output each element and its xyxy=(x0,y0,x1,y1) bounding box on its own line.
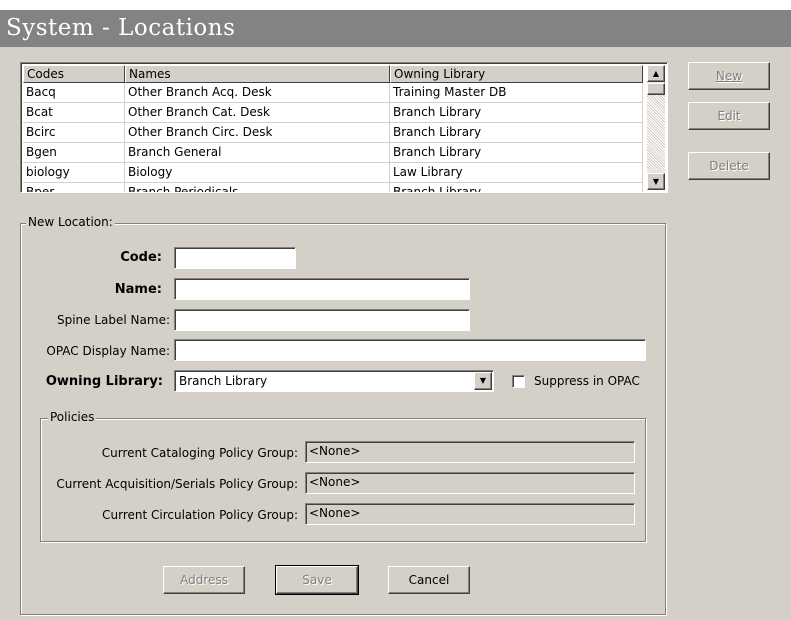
circulation-policy-label: Current Circulation Policy Group: xyxy=(102,508,298,522)
cell-name: Branch Periodicals xyxy=(125,183,390,192)
address-button-label: Address xyxy=(180,573,228,587)
cell-code: Bgen xyxy=(23,143,125,162)
spine-label-name-field[interactable] xyxy=(174,309,470,331)
cell-code: Bacq xyxy=(23,83,125,102)
address-button[interactable]: Address xyxy=(163,566,245,594)
policies-group-label: Policies xyxy=(48,410,97,424)
cell-name: Biology xyxy=(125,163,390,182)
cell-owning-library: Branch Library xyxy=(390,143,643,162)
scroll-thumb[interactable] xyxy=(647,83,665,95)
cell-owning-library: Branch Library xyxy=(390,123,643,142)
column-header-owning-library[interactable]: Owning Library xyxy=(390,65,643,83)
delete-button-label: Delete xyxy=(709,159,749,173)
owning-library-label: Owning Library: xyxy=(45,374,163,389)
cancel-button-label: Cancel xyxy=(408,573,450,587)
column-header-names[interactable]: Names xyxy=(125,65,390,83)
opac-display-name-label: OPAC Display Name: xyxy=(46,344,170,358)
acquisition-serials-policy-label: Current Acquisition/Serials Policy Group… xyxy=(56,477,298,491)
new-location-group-label: New Location: xyxy=(26,215,115,229)
table-row[interactable]: Bcirc Other Branch Circ. Desk Branch Lib… xyxy=(23,123,643,143)
new-button-label: New xyxy=(715,69,743,83)
cell-name: Branch General xyxy=(125,143,390,162)
spine-label-name-label: Spine Label Name: xyxy=(56,313,170,327)
locations-list[interactable]: Codes Names Owning Library Bacq Other Br… xyxy=(20,62,668,193)
table-row[interactable]: Bcat Other Branch Cat. Desk Branch Libra… xyxy=(23,103,643,123)
cataloging-policy-field: <None> xyxy=(305,441,635,463)
cell-name: Other Branch Acq. Desk xyxy=(125,83,390,102)
edit-button[interactable]: Edit xyxy=(688,102,770,130)
suppress-in-opac-label[interactable]: Suppress in OPAC xyxy=(534,374,640,388)
cancel-button[interactable]: Cancel xyxy=(388,566,470,594)
cell-name: Other Branch Cat. Desk xyxy=(125,103,390,122)
owning-library-value: Branch Library xyxy=(179,374,268,388)
cell-owning-library: Law Library xyxy=(390,163,643,182)
column-header-codes[interactable]: Codes xyxy=(23,65,125,83)
table-row[interactable]: Bper Branch Periodicals Branch Library xyxy=(23,183,643,192)
table-row[interactable]: Bacq Other Branch Acq. Desk Training Mas… xyxy=(23,83,643,103)
table-row[interactable]: Bgen Branch General Branch Library xyxy=(23,143,643,163)
cell-code: biology xyxy=(23,163,125,182)
save-button-label: Save xyxy=(302,573,332,587)
scroll-up-arrow-icon[interactable]: ▲ xyxy=(647,65,665,82)
edit-button-label: Edit xyxy=(717,109,741,123)
name-label: Name: xyxy=(114,282,162,297)
acquisition-serials-policy-field: <None> xyxy=(305,472,635,494)
cell-code: Bcirc xyxy=(23,123,125,142)
circulation-policy-field: <None> xyxy=(305,503,635,525)
top-strip xyxy=(0,0,791,10)
scroll-down-arrow-icon[interactable]: ▼ xyxy=(647,173,665,190)
save-button[interactable]: Save xyxy=(275,565,359,595)
cataloging-policy-label: Current Cataloging Policy Group: xyxy=(101,446,298,460)
cell-code: Bcat xyxy=(23,103,125,122)
opac-display-name-field[interactable] xyxy=(174,339,646,361)
chevron-down-icon[interactable]: ▼ xyxy=(474,372,492,390)
table-row[interactable]: biology Biology Law Library xyxy=(23,163,643,183)
cell-name: Other Branch Circ. Desk xyxy=(125,123,390,142)
code-label: Code: xyxy=(120,250,162,265)
page-title: System - Locations xyxy=(0,10,791,47)
cell-owning-library: Branch Library xyxy=(390,103,643,122)
suppress-in-opac-checkbox[interactable] xyxy=(512,375,525,388)
cell-owning-library: Branch Library xyxy=(390,183,643,192)
code-field[interactable] xyxy=(174,247,296,269)
cell-owning-library: Training Master DB xyxy=(390,83,643,102)
new-button[interactable]: New xyxy=(688,62,770,90)
cell-code: Bper xyxy=(23,183,125,192)
list-header: Codes Names Owning Library xyxy=(23,65,643,83)
list-rows: Bacq Other Branch Acq. Desk Training Mas… xyxy=(23,83,643,192)
delete-button[interactable]: Delete xyxy=(688,152,770,180)
name-field[interactable] xyxy=(174,278,470,300)
list-scrollbar[interactable]: ▲ ▼ xyxy=(647,65,665,190)
owning-library-select[interactable]: Branch Library ▼ xyxy=(174,370,494,392)
